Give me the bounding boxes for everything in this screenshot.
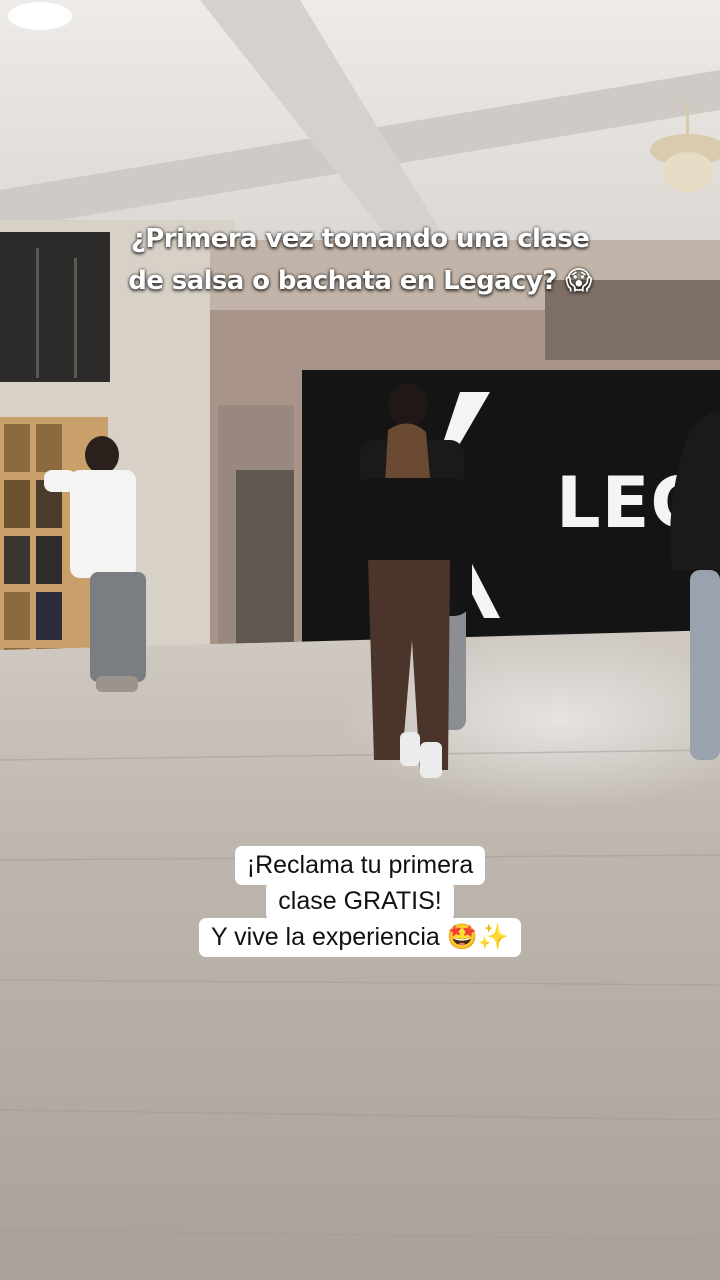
promo-line-3: Y vive la experiencia 🤩✨ <box>198 918 522 957</box>
promo-caption: ¡Reclama tu primera clase GRATIS! Y vive… <box>0 846 720 957</box>
wall-pillar <box>218 405 294 645</box>
ceiling-light <box>8 2 72 30</box>
top-caption-line-1: ¿Primera vez tomando una clase <box>130 224 590 254</box>
promo-line-1: ¡Reclama tu primera <box>234 846 486 885</box>
dance-studio-photo: LEG <box>0 0 720 1280</box>
top-caption: ¿Primera vez tomando una clase de salsa … <box>0 218 720 302</box>
top-caption-line-2: de salsa o bachata en Legacy? 😱 <box>128 266 592 296</box>
promo-line-2: clase GRATIS! <box>266 882 454 921</box>
